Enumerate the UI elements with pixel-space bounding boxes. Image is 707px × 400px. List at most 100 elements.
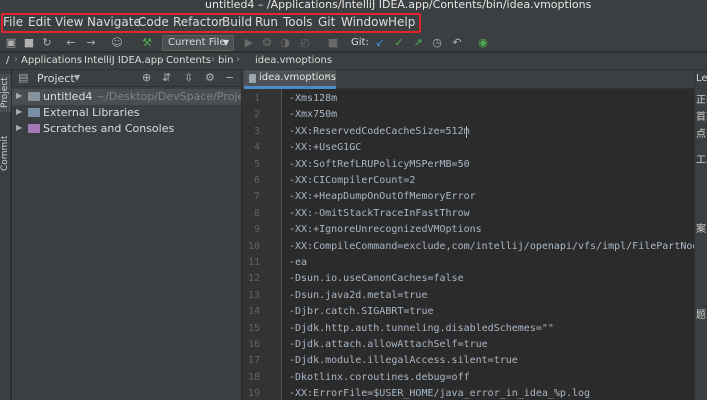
folder-icon[interactable]: ▣ xyxy=(4,36,18,50)
menu-navigate[interactable]: Navigate xyxy=(87,15,141,29)
code-line[interactable]: -XX:+HeapDumpOnOutOfMemoryError xyxy=(289,191,476,202)
line-number: 9 xyxy=(253,224,260,236)
expand-all-icon[interactable]: ⇵ xyxy=(162,71,171,84)
git-commit-icon[interactable]: ✓ xyxy=(392,36,406,50)
gear-icon[interactable]: ⚙ xyxy=(205,71,215,84)
tab-project-tool-label: Project xyxy=(0,77,10,109)
tree-item-untitled4[interactable]: ▶ untitled4 ~/Desktop/DevSpace/Project/u… xyxy=(12,89,241,105)
profile-icon[interactable]: ◴ xyxy=(298,36,312,50)
chevron-down-icon: ▼ xyxy=(222,38,229,47)
code-line[interactable]: -XX:+UseG1GC xyxy=(289,142,361,153)
save-icon[interactable]: ■ xyxy=(22,36,36,50)
refresh-icon[interactable]: ↻ xyxy=(40,36,54,50)
tab-idea-vmoptions[interactable]: idea.vmoptions ✕ xyxy=(244,70,336,89)
git-push-icon[interactable]: ↗ xyxy=(411,36,425,50)
code-line[interactable]: -Dkotlinx.coroutines.debug=off xyxy=(289,372,470,383)
menu-tools[interactable]: Tools xyxy=(283,15,313,29)
run-config-label: Current File xyxy=(168,37,226,48)
code-line[interactable]: -Djdk.module.illegalAccess.silent=true xyxy=(289,355,518,366)
build-hammer-icon[interactable]: ⚒ xyxy=(140,36,154,50)
breadcrumb-applications[interactable]: Applications xyxy=(21,55,82,66)
line-number: 11 xyxy=(247,257,260,268)
menu-view[interactable]: View xyxy=(55,15,83,29)
back-icon[interactable]: ← xyxy=(64,36,78,50)
rollback-icon[interactable]: ↶ xyxy=(450,36,464,50)
window-title: untitled4 – /Applications/IntelliJ IDEA.… xyxy=(205,0,592,11)
line-number: 10 xyxy=(247,240,260,252)
user-icon[interactable]: ☺ xyxy=(110,36,124,50)
line-number: 2 xyxy=(253,109,260,121)
menu-file[interactable]: File xyxy=(3,15,23,29)
tab-project-tool[interactable]: Project xyxy=(0,74,11,112)
project-panel-title[interactable]: Project xyxy=(37,72,75,85)
coverage-icon[interactable]: ◑ xyxy=(278,36,292,50)
run-icon[interactable]: ▶ xyxy=(242,36,256,50)
breadcrumb-file[interactable]: idea.vmoptions xyxy=(255,55,332,66)
line-number: 1 xyxy=(253,93,260,104)
stop-icon[interactable]: ■ xyxy=(326,36,340,50)
breadcrumb-contents[interactable]: Contents xyxy=(166,55,211,66)
chevron-right-icon[interactable]: ▶ xyxy=(16,91,22,100)
code-line[interactable]: -Xms128m xyxy=(289,93,337,104)
code-line[interactable]: -Djbr.catch.SIGABRT=true xyxy=(289,306,434,317)
breadcrumb-intellij[interactable]: IntelliJ IDEA.app xyxy=(84,55,163,66)
chevron-right-icon: › xyxy=(14,54,18,65)
menu-git[interactable]: Git xyxy=(318,15,335,29)
menu-refactor[interactable]: Refactor xyxy=(173,15,223,29)
line-number: 18 xyxy=(247,371,260,383)
editor-tab-bar: idea.vmoptions ✕ xyxy=(242,70,694,89)
code-line[interactable]: -XX:-OmitStackTraceInFastThrow xyxy=(289,208,470,219)
debug-icon[interactable]: ❂ xyxy=(260,36,274,50)
run-config-select[interactable]: Current File ▼ xyxy=(162,35,234,51)
code-line[interactable]: -Xmx750m xyxy=(289,109,337,120)
search-everywhere-icon[interactable]: ◉ xyxy=(476,36,490,50)
tree-item-label: untitled4 xyxy=(43,90,93,103)
code-line[interactable]: -XX:+IgnoreUnrecognizedVMOptions xyxy=(289,224,482,235)
title-bar: untitled4 – /Applications/IntelliJ IDEA.… xyxy=(0,0,707,12)
menu-build[interactable]: Build xyxy=(222,15,252,29)
right-panel-text: 工具 xyxy=(696,155,707,166)
right-panel-text: Le xyxy=(696,73,707,84)
chevron-right-icon[interactable]: ▶ xyxy=(16,123,22,132)
menu-run[interactable]: Run xyxy=(255,15,278,29)
chevron-down-icon[interactable]: ▼ xyxy=(74,73,80,82)
locate-icon[interactable]: ⊕ xyxy=(142,71,151,84)
chevron-right-icon[interactable]: ▶ xyxy=(16,107,22,116)
code-line[interactable]: -XX:SoftRefLRUPolicyMSPerMB=50 xyxy=(289,159,470,170)
code-line[interactable]: -XX:ErrorFile=$USER_HOME/java_error_in_i… xyxy=(289,388,590,399)
minimize-icon[interactable]: − xyxy=(225,71,234,84)
text-caret xyxy=(466,126,467,138)
breadcrumb-root[interactable]: / xyxy=(6,55,9,66)
tree-item-scratches[interactable]: ▶ Scratches and Consoles xyxy=(12,121,241,137)
breadcrumb-bin[interactable]: bin xyxy=(218,55,233,66)
code-line[interactable]: -Djdk.attach.allowAttachSelf=true xyxy=(289,339,488,350)
menu-window[interactable]: Window xyxy=(341,15,388,29)
git-update-icon[interactable]: ↙ xyxy=(373,36,387,50)
code-line[interactable]: -XX:CICompilerCount=2 xyxy=(289,175,415,186)
chevron-right-icon: › xyxy=(77,54,81,65)
code-line[interactable]: -Djdk.http.auth.tunneling.disabledScheme… xyxy=(289,323,554,334)
history-icon[interactable]: ◷ xyxy=(430,36,444,50)
tab-commit-tool-label: Commit xyxy=(0,135,10,171)
code-line[interactable]: -Dsun.io.useCanonCaches=false xyxy=(289,273,464,284)
git-label: Git: xyxy=(351,37,369,48)
tab-commit-tool[interactable]: Commit xyxy=(0,132,11,174)
menu-edit[interactable]: Edit xyxy=(28,15,51,29)
menu-help[interactable]: Help xyxy=(388,15,415,29)
right-panel-text: 案. xyxy=(696,224,707,235)
forward-icon[interactable]: → xyxy=(84,36,98,50)
code-line[interactable]: -XX:CompileCommand=exclude,com/intellij/… xyxy=(289,241,694,252)
close-icon[interactable]: ✕ xyxy=(324,72,332,83)
collapse-all-icon[interactable]: ⇳ xyxy=(184,71,193,84)
library-icon xyxy=(28,108,40,117)
code-editor[interactable]: -Xms128m -Xmx750m -XX:ReservedCodeCacheSiz… xyxy=(283,89,694,400)
code-line[interactable]: -ea xyxy=(289,257,307,268)
code-line[interactable]: -Dsun.java2d.metal=true xyxy=(289,290,427,301)
line-number: 16 xyxy=(247,339,260,350)
menu-code[interactable]: Code xyxy=(138,15,169,29)
tree-item-external-libraries[interactable]: ▶ External Libraries xyxy=(12,105,241,121)
tree-item-label: Scratches and Consoles xyxy=(43,122,175,135)
code-line[interactable]: -XX:ReservedCodeCacheSize=512m xyxy=(289,126,470,137)
tree-item-label: External Libraries xyxy=(43,106,140,119)
main-toolbar: ▣ ■ ↻ ← → ☺ ⚒ Current File ▼ ▶ ❂ ◑ ◴ ■ G… xyxy=(0,34,707,52)
